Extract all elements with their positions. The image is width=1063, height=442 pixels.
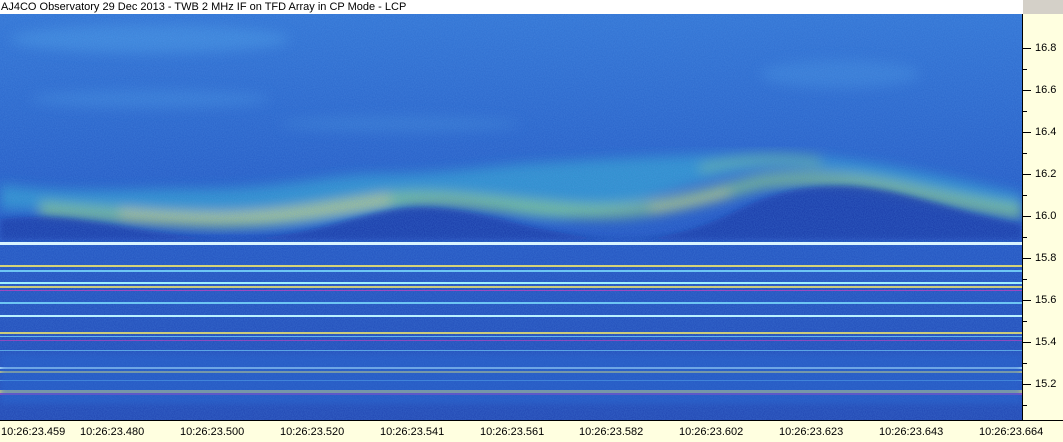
- y-tick: [1023, 90, 1031, 91]
- y-tick: [1023, 174, 1031, 175]
- spectrogram-canvas: [0, 14, 1022, 420]
- x-tick-label: 10:26:23.582: [579, 426, 644, 438]
- frequency-axis: 16.8 16.6 16.4 16.2 16.0 15.8 15.6 15.4 …: [1022, 14, 1063, 420]
- x-tick-label: 10:26:23.602: [679, 426, 744, 438]
- x-tick-label: 10:26:23.480: [80, 426, 145, 438]
- y-tick-label: 15.8: [1035, 252, 1057, 264]
- y-tick-label: 15.2: [1035, 378, 1057, 390]
- y-minor-tick: [1023, 363, 1027, 364]
- x-tick-label: 10:26:23.561: [480, 426, 545, 438]
- x-tick-label: 10:26:23.520: [280, 426, 345, 438]
- spectrogram-plot[interactable]: [0, 14, 1022, 420]
- y-tick: [1023, 216, 1031, 217]
- window-title: AJ4CO Observatory 29 Dec 2013 - TWB 2 MH…: [0, 0, 1023, 14]
- y-minor-tick: [1023, 321, 1027, 322]
- y-tick: [1023, 258, 1031, 259]
- y-tick: [1023, 132, 1031, 133]
- x-tick-label: 10:26:23.623: [779, 426, 844, 438]
- y-tick: [1023, 48, 1031, 49]
- y-tick-label: 16.8: [1035, 42, 1057, 54]
- x-tick-label: 10:26:23.459: [1, 426, 66, 438]
- y-tick-label: 16.4: [1035, 126, 1057, 138]
- y-tick: [1023, 300, 1031, 301]
- y-tick-label: 16.0: [1035, 210, 1057, 222]
- y-minor-tick: [1023, 237, 1027, 238]
- y-minor-tick: [1023, 111, 1027, 112]
- y-minor-tick: [1023, 153, 1027, 154]
- y-minor-tick: [1023, 69, 1027, 70]
- x-tick-label: 10:26:23.541: [380, 426, 445, 438]
- y-tick-label: 15.6: [1035, 294, 1057, 306]
- time-axis: 10:26:23.459 10:26:23.480 10:26:23.500 1…: [0, 420, 1063, 442]
- y-tick-label: 16.6: [1035, 84, 1057, 96]
- x-tick-label: 10:26:23.500: [180, 426, 245, 438]
- y-tick: [1023, 384, 1031, 385]
- y-tick-label: 16.2: [1035, 168, 1057, 180]
- y-tick: [1023, 342, 1031, 343]
- y-minor-tick: [1023, 195, 1027, 196]
- x-tick-label: 10:26:23.643: [879, 426, 944, 438]
- y-minor-tick: [1023, 405, 1027, 406]
- y-minor-tick: [1023, 279, 1027, 280]
- y-tick-label: 15.4: [1035, 336, 1057, 348]
- x-tick-label: 10:26:23.664: [979, 426, 1044, 438]
